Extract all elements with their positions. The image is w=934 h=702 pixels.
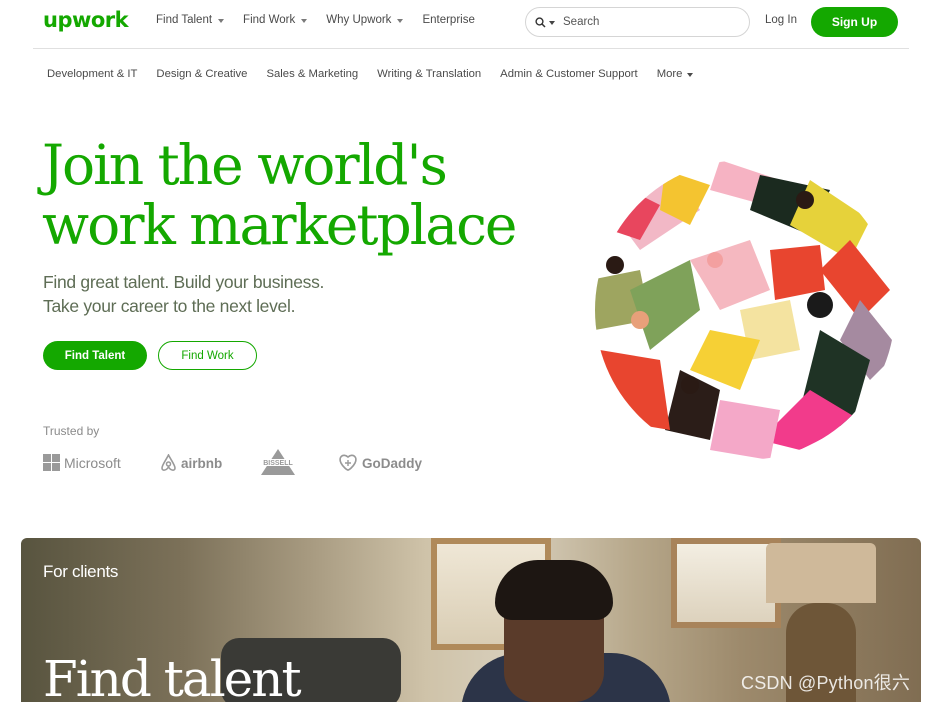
find-talent-heading: Find talent xyxy=(43,650,302,702)
banner-photo-person-hair xyxy=(495,560,613,620)
watermark-text: CSDN @Python很六 xyxy=(741,673,911,693)
chevron-down-icon xyxy=(397,18,404,23)
hero-title-line-1: Join the world's xyxy=(42,133,448,197)
search-input[interactable] xyxy=(563,16,723,28)
category-sales-marketing[interactable]: Sales & Marketing xyxy=(266,68,358,80)
godaddy-logo: GoDaddy xyxy=(338,454,422,472)
search-icon[interactable] xyxy=(535,16,546,28)
category-design-creative[interactable]: Design & Creative xyxy=(156,68,247,80)
microsoft-icon xyxy=(43,454,60,471)
search-box[interactable] xyxy=(525,7,750,37)
trusted-by-label: Trusted by xyxy=(43,424,100,438)
find-talent-button[interactable]: Find Talent xyxy=(43,341,147,370)
header-divider xyxy=(33,48,909,49)
nav-enterprise[interactable]: Enterprise xyxy=(422,14,474,26)
chevron-down-icon xyxy=(687,72,694,77)
chevron-down-icon xyxy=(218,18,225,23)
find-work-button[interactable]: Find Work xyxy=(158,341,257,370)
category-development-it[interactable]: Development & IT xyxy=(47,68,137,80)
microsoft-logo: Microsoft xyxy=(43,454,121,471)
login-link[interactable]: Log In xyxy=(765,14,797,26)
banner-photo-window-2 xyxy=(671,538,781,628)
bissell-logo: BISSELL xyxy=(258,448,302,476)
top-header: upwork Find Talent Find Work Why Upwork … xyxy=(0,0,934,48)
nav-find-work[interactable]: Find Work xyxy=(243,14,308,26)
airbnb-icon xyxy=(161,454,176,471)
bissell-wordmark: BISSELL xyxy=(263,460,293,467)
nav-enterprise-label: Enterprise xyxy=(422,14,475,26)
bissell-icon: BISSELL xyxy=(259,449,297,475)
banner-photo-lamp xyxy=(766,543,876,603)
search-type-dropdown-icon[interactable] xyxy=(549,20,555,25)
nav-find-talent-label: Find Talent xyxy=(156,14,213,26)
hero-title: Join the world's work marketplace xyxy=(42,133,517,257)
category-more-label: More xyxy=(656,68,683,80)
hero-subtitle: Find great talent. Build your business. … xyxy=(43,270,324,318)
hero-subtitle-line-1: Find great talent. Build your business. xyxy=(43,272,325,292)
microsoft-text: Microsoft xyxy=(64,454,121,471)
hero-subtitle-line-2: Take your career to the next level. xyxy=(43,296,296,316)
godaddy-icon xyxy=(339,454,357,471)
nav-why-upwork-label: Why Upwork xyxy=(326,14,392,26)
category-writing-translation[interactable]: Writing & Translation xyxy=(377,68,481,80)
upwork-logo[interactable]: upwork xyxy=(43,8,129,32)
category-nav: Development & IT Design & Creative Sales… xyxy=(47,68,712,80)
category-admin-support[interactable]: Admin & Customer Support xyxy=(500,68,638,80)
signup-button[interactable]: Sign Up xyxy=(811,7,898,37)
category-more[interactable]: More xyxy=(657,68,694,80)
airbnb-logo: airbnb xyxy=(160,454,222,472)
main-nav: Find Talent Find Work Why Upwork Enterpr… xyxy=(156,14,494,26)
chevron-down-icon xyxy=(301,18,308,23)
godaddy-text: GoDaddy xyxy=(362,455,423,471)
nav-find-work-label: Find Work xyxy=(243,14,296,26)
nav-why-upwork[interactable]: Why Upwork xyxy=(326,14,404,26)
hero-illustration xyxy=(595,160,895,460)
airbnb-text: airbnb xyxy=(181,455,223,471)
hero-title-line-2: work marketplace xyxy=(42,193,517,257)
for-clients-label: For clients xyxy=(43,562,119,581)
nav-find-talent[interactable]: Find Talent xyxy=(156,14,225,26)
